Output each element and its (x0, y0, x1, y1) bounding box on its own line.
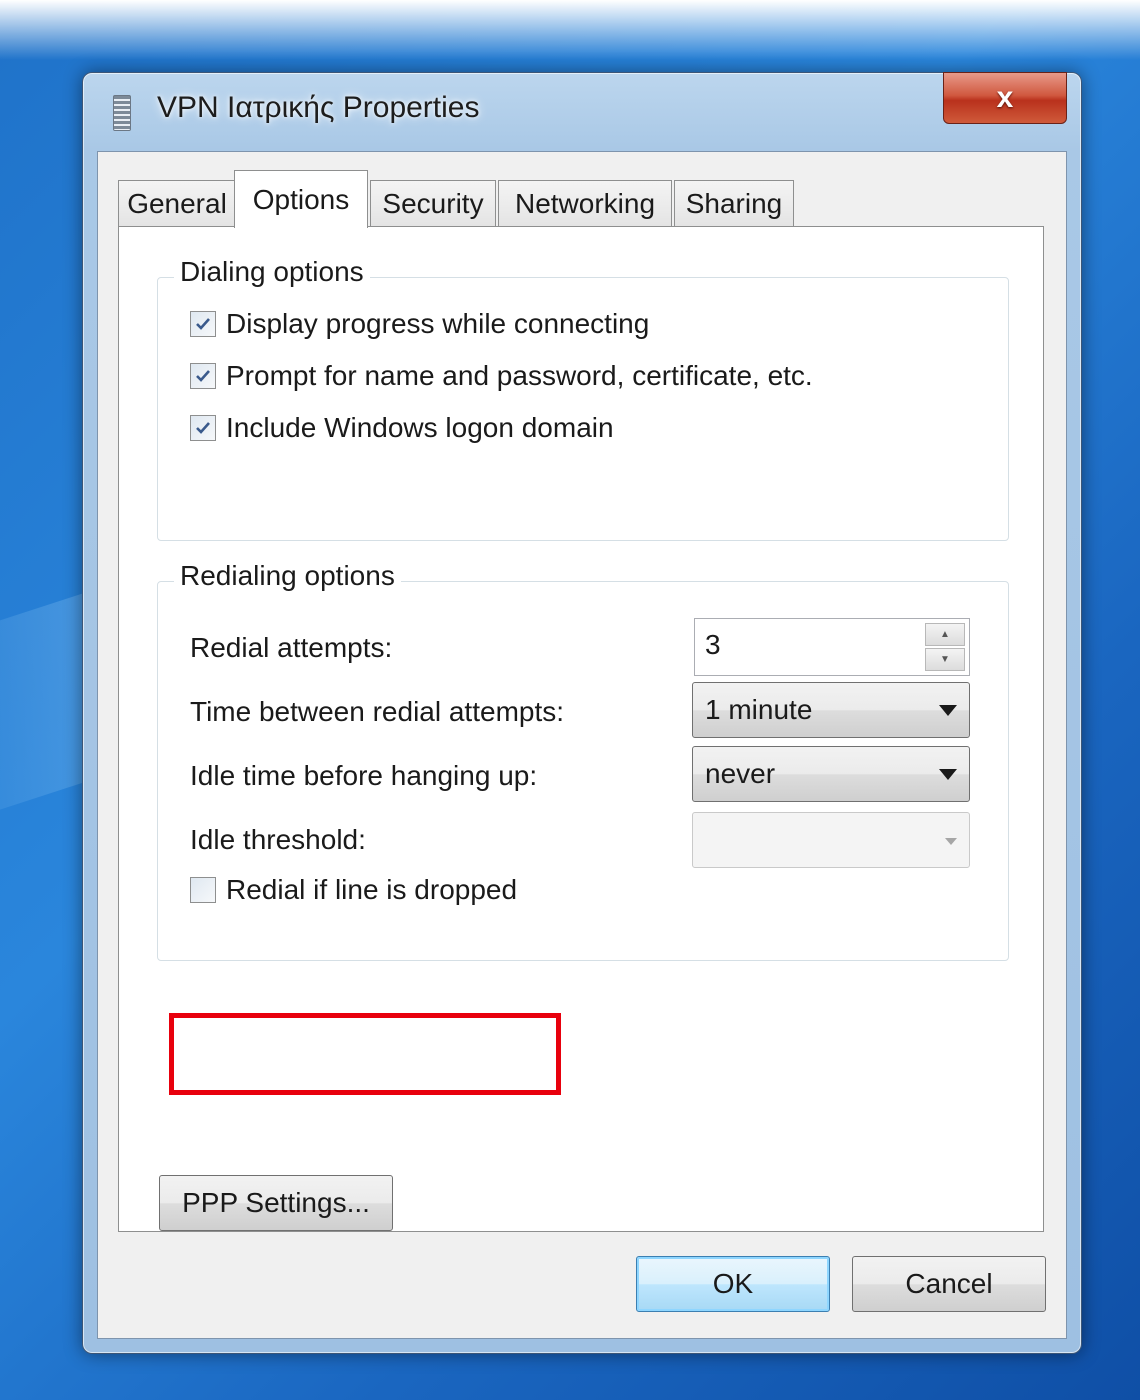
redial-attempts-value: 3 (705, 629, 721, 660)
prompt-credentials-checkbox[interactable] (190, 363, 216, 389)
desktop-glow (0, 0, 1140, 60)
dropdown-arrow-icon (939, 769, 957, 780)
properties-dialog: VPN Ιατρικής Properties x General Option… (82, 72, 1082, 1354)
idle-time-dropdown[interactable]: never (692, 746, 970, 802)
spin-buttons: ▲ ▼ (925, 623, 965, 671)
close-icon: x (996, 81, 1014, 114)
include-domain-option[interactable]: Include Windows logon domain (190, 412, 614, 444)
redialing-options-group: Redialing options Redial attempts: 3 ▲ ▼… (157, 560, 1009, 961)
highlight-box (169, 1013, 561, 1095)
window-title: VPN Ιατρικής Properties (157, 91, 480, 124)
ppp-settings-button[interactable]: PPP Settings... (159, 1175, 393, 1231)
tab-sharing[interactable]: Sharing (674, 180, 794, 226)
arrow-down-icon: ▼ (940, 654, 950, 665)
time-between-dropdown[interactable]: 1 minute (692, 682, 970, 738)
display-progress-label: Display progress while connecting (226, 308, 650, 339)
options-tab-page: Dialing options Display progress while c… (118, 226, 1044, 1232)
redial-dropped-label: Redial if line is dropped (226, 874, 518, 905)
arrow-up-icon: ▲ (940, 629, 950, 640)
tab-networking[interactable]: Networking (498, 180, 672, 226)
idle-time-value: never (705, 758, 776, 789)
checkmark-icon (196, 370, 210, 382)
idle-time-label: Idle time before hanging up: (190, 760, 538, 791)
dropdown-arrow-icon (939, 705, 957, 716)
cancel-button[interactable]: Cancel (852, 1256, 1046, 1312)
spin-up-button[interactable]: ▲ (925, 623, 965, 646)
redial-attempts-label: Redial attempts: (190, 632, 393, 663)
redial-attempts-spinbox[interactable]: 3 ▲ ▼ (694, 618, 970, 676)
include-domain-label: Include Windows logon domain (226, 412, 614, 443)
display-progress-option[interactable]: Display progress while connecting (190, 308, 649, 340)
redialing-options-label: Redialing options (174, 560, 401, 592)
dialing-options-group: Dialing options Display progress while c… (157, 256, 1009, 541)
idle-threshold-dropdown (692, 812, 970, 868)
checkmark-icon (196, 318, 210, 330)
ok-button[interactable]: OK (636, 1256, 830, 1312)
spin-down-button[interactable]: ▼ (925, 648, 965, 671)
idle-threshold-label: Idle threshold: (190, 824, 366, 855)
include-domain-checkbox[interactable] (190, 415, 216, 441)
network-connection-icon (113, 95, 131, 131)
time-between-label: Time between redial attempts: (190, 696, 565, 727)
tab-options[interactable]: Options (234, 170, 368, 228)
redial-dropped-option[interactable]: Redial if line is dropped (190, 874, 517, 906)
dropdown-arrow-icon (945, 838, 957, 845)
title-bar[interactable]: VPN Ιατρικής Properties x (83, 72, 1081, 149)
prompt-credentials-option[interactable]: Prompt for name and password, certificat… (190, 360, 813, 392)
dialing-options-label: Dialing options (174, 256, 370, 288)
checkmark-icon (196, 422, 210, 434)
time-between-value: 1 minute (705, 694, 813, 725)
dialog-client-area: General Options Security Networking Shar… (97, 151, 1067, 1339)
tab-general[interactable]: General (118, 180, 236, 226)
redial-dropped-checkbox[interactable] (190, 877, 216, 903)
display-progress-checkbox[interactable] (190, 311, 216, 337)
close-button[interactable]: x (943, 72, 1067, 124)
tab-security[interactable]: Security (370, 180, 496, 226)
prompt-credentials-label: Prompt for name and password, certificat… (226, 360, 813, 391)
